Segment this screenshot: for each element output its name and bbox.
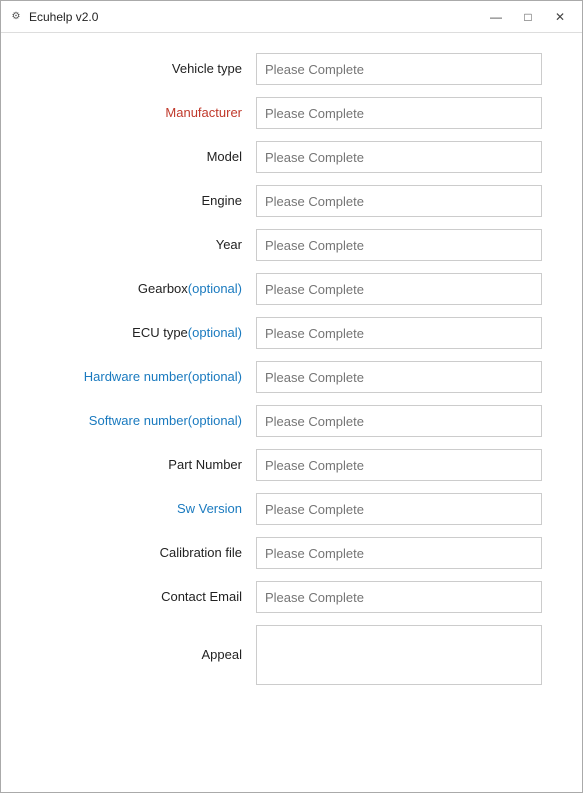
field-row-contact-email: Contact Email bbox=[21, 581, 542, 613]
optional-ecu-type: (optional) bbox=[188, 325, 242, 340]
optional-hardware: (optional) bbox=[188, 369, 242, 384]
label-year: Year bbox=[21, 236, 256, 254]
label-hardware-number: Hardware number(optional) bbox=[21, 368, 256, 386]
input-manufacturer[interactable] bbox=[256, 97, 542, 129]
input-sw-version[interactable] bbox=[256, 493, 542, 525]
field-row-hardware-number: Hardware number(optional) bbox=[21, 361, 542, 393]
optional-gearbox: (optional) bbox=[188, 281, 242, 296]
field-row-ecu-type: ECU type(optional) bbox=[21, 317, 542, 349]
field-row-appeal: Appeal bbox=[21, 625, 542, 685]
input-contact-email[interactable] bbox=[256, 581, 542, 613]
label-software-number: Software number(optional) bbox=[21, 412, 256, 430]
field-row-engine: Engine bbox=[21, 185, 542, 217]
input-gearbox[interactable] bbox=[256, 273, 542, 305]
input-year[interactable] bbox=[256, 229, 542, 261]
field-row-year: Year bbox=[21, 229, 542, 261]
label-gearbox: Gearbox(optional) bbox=[21, 280, 256, 298]
title-bar-left: ⚙ Ecuhelp v2.0 bbox=[9, 10, 98, 24]
label-sw-version: Sw Version bbox=[21, 500, 256, 518]
label-engine: Engine bbox=[21, 192, 256, 210]
label-contact-email: Contact Email bbox=[21, 588, 256, 606]
maximize-button[interactable]: □ bbox=[514, 7, 542, 27]
app-title: Ecuhelp v2.0 bbox=[29, 10, 98, 24]
input-software-number[interactable] bbox=[256, 405, 542, 437]
label-part-number: Part Number bbox=[21, 456, 256, 474]
field-row-gearbox: Gearbox(optional) bbox=[21, 273, 542, 305]
field-row-sw-version: Sw Version bbox=[21, 493, 542, 525]
field-row-model: Model bbox=[21, 141, 542, 173]
form-content: Vehicle type Manufacturer Model Engine Y… bbox=[1, 33, 582, 792]
input-part-number[interactable] bbox=[256, 449, 542, 481]
field-row-software-number: Software number(optional) bbox=[21, 405, 542, 437]
app-icon: ⚙ bbox=[9, 10, 23, 24]
field-row-part-number: Part Number bbox=[21, 449, 542, 481]
label-ecu-type: ECU type(optional) bbox=[21, 324, 256, 342]
label-appeal: Appeal bbox=[21, 646, 256, 664]
label-calibration-file: Calibration file bbox=[21, 544, 256, 562]
input-hardware-number[interactable] bbox=[256, 361, 542, 393]
close-button[interactable]: ✕ bbox=[546, 7, 574, 27]
main-window: ⚙ Ecuhelp v2.0 — □ ✕ Vehicle type Manufa… bbox=[0, 0, 583, 793]
title-bar: ⚙ Ecuhelp v2.0 — □ ✕ bbox=[1, 1, 582, 33]
input-appeal[interactable] bbox=[256, 625, 542, 685]
input-model[interactable] bbox=[256, 141, 542, 173]
optional-software: (optional) bbox=[188, 413, 242, 428]
input-calibration-file[interactable] bbox=[256, 537, 542, 569]
label-model: Model bbox=[21, 148, 256, 166]
input-ecu-type[interactable] bbox=[256, 317, 542, 349]
label-vehicle-type: Vehicle type bbox=[21, 60, 256, 78]
input-engine[interactable] bbox=[256, 185, 542, 217]
title-bar-controls: — □ ✕ bbox=[482, 7, 574, 27]
field-row-manufacturer: Manufacturer bbox=[21, 97, 542, 129]
minimize-button[interactable]: — bbox=[482, 7, 510, 27]
input-vehicle-type[interactable] bbox=[256, 53, 542, 85]
field-row-vehicle-type: Vehicle type bbox=[21, 53, 542, 85]
label-manufacturer: Manufacturer bbox=[21, 104, 256, 122]
field-row-calibration-file: Calibration file bbox=[21, 537, 542, 569]
